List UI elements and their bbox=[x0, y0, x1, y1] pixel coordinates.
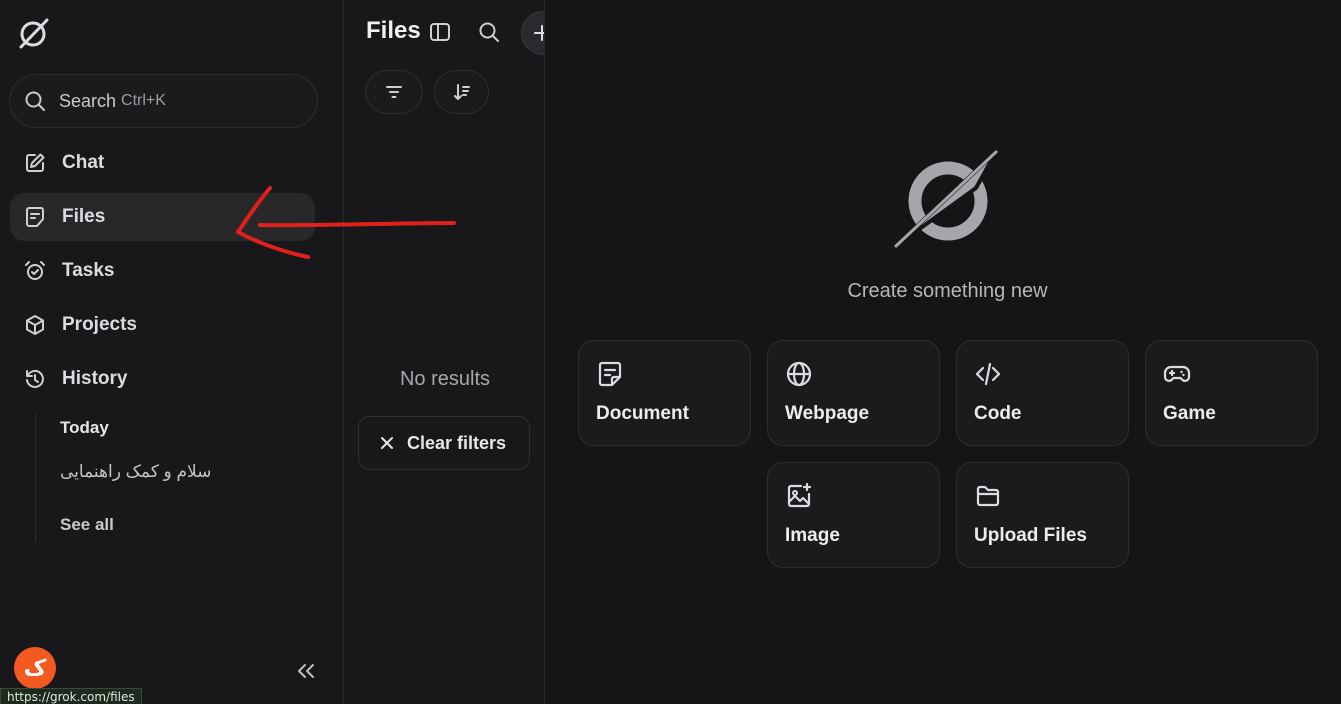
sidebar-item-label: Chat bbox=[62, 152, 105, 173]
new-file-button[interactable] bbox=[521, 11, 544, 55]
create-code-card[interactable]: Code bbox=[956, 340, 1129, 446]
sidebar-item-chat[interactable]: Chat bbox=[10, 139, 315, 187]
sidebar-item-files[interactable]: Files bbox=[10, 193, 315, 241]
panel-toggle-icon[interactable] bbox=[429, 21, 451, 43]
see-all-link[interactable]: See all bbox=[60, 515, 114, 535]
sort-button[interactable] bbox=[434, 70, 489, 114]
upload-files-card[interactable]: Upload Files bbox=[956, 462, 1129, 568]
card-label: Webpage bbox=[785, 403, 870, 424]
search-icon[interactable] bbox=[477, 20, 501, 44]
history-item[interactable]: سلام و کمک راهنمایی bbox=[60, 462, 211, 482]
create-document-card[interactable]: Document bbox=[578, 340, 751, 446]
status-bar-url: https://grok.com/files bbox=[0, 688, 142, 704]
search-label: Search bbox=[59, 90, 117, 111]
gamepad-icon bbox=[1163, 365, 1191, 382]
filter-button[interactable] bbox=[365, 70, 423, 114]
create-title: Create something new bbox=[847, 280, 1048, 302]
grok-logo-icon[interactable] bbox=[16, 16, 50, 50]
cube-icon bbox=[23, 313, 47, 337]
collapse-sidebar-icon[interactable] bbox=[292, 658, 320, 684]
empty-state-text: No results bbox=[399, 368, 491, 390]
avatar[interactable]: ک bbox=[14, 647, 56, 689]
alarm-clock-icon bbox=[23, 259, 47, 283]
code-icon bbox=[975, 362, 1001, 386]
sidebar-item-label: Files bbox=[62, 206, 106, 227]
grok-logo-icon bbox=[894, 150, 998, 248]
history-group-label: Today bbox=[60, 418, 109, 437]
sort-icon bbox=[453, 84, 470, 100]
create-image-card[interactable]: Image bbox=[767, 462, 940, 568]
search-icon bbox=[25, 91, 45, 111]
sidebar-item-tasks[interactable]: Tasks bbox=[10, 247, 315, 295]
main-content: Create something new Document Webpage Co… bbox=[546, 0, 1341, 704]
folder-icon bbox=[976, 485, 1000, 507]
create-webpage-card[interactable]: Webpage bbox=[767, 340, 940, 446]
sidebar-item-label: History bbox=[62, 368, 128, 389]
sidebar-item-history[interactable]: History bbox=[10, 355, 315, 403]
search-shortcut: Ctrl+K bbox=[121, 92, 166, 109]
edit-icon bbox=[23, 151, 47, 175]
search-input[interactable]: Search Ctrl+K bbox=[9, 74, 318, 128]
app-window: Search Ctrl+K Chat Files Tasks Projects … bbox=[0, 0, 1341, 704]
sidebar-item-label: Projects bbox=[62, 314, 137, 335]
history-divider bbox=[35, 414, 36, 542]
page-title: Files bbox=[366, 17, 421, 44]
globe-icon bbox=[786, 361, 812, 387]
filter-icon bbox=[386, 86, 402, 98]
close-icon bbox=[381, 437, 393, 449]
clear-filters-label: Clear filters bbox=[407, 432, 507, 453]
card-label: Document bbox=[596, 403, 689, 424]
plus-icon bbox=[534, 25, 544, 41]
files-panel: Files No results Clear filters bbox=[345, 0, 545, 704]
card-label: Image bbox=[785, 525, 840, 546]
history-icon bbox=[23, 367, 47, 391]
file-note-icon bbox=[23, 205, 47, 229]
card-label: Code bbox=[974, 403, 1022, 424]
card-label: Upload Files bbox=[974, 525, 1087, 546]
sidebar-item-projects[interactable]: Projects bbox=[10, 301, 315, 349]
card-label: Game bbox=[1163, 403, 1216, 424]
create-game-card[interactable]: Game bbox=[1145, 340, 1318, 446]
image-sparkle-icon bbox=[787, 482, 812, 508]
sidebar-item-label: Tasks bbox=[62, 260, 115, 281]
sidebar: Search Ctrl+K Chat Files Tasks Projects … bbox=[0, 0, 344, 704]
document-icon bbox=[598, 361, 622, 387]
clear-filters-button[interactable]: Clear filters bbox=[358, 416, 530, 470]
